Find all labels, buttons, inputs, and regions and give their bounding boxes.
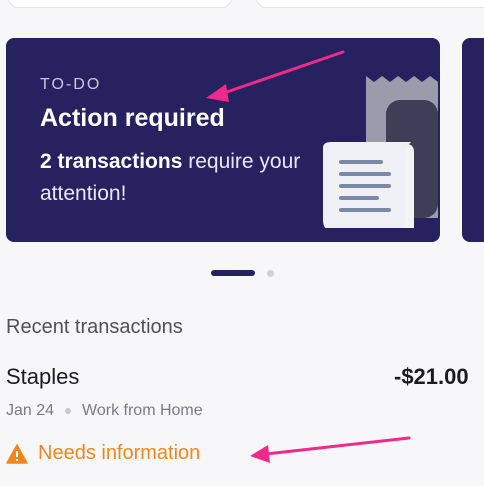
transaction-meta: Jan 24 Work from Home [6, 402, 203, 420]
todo-title: Action required [40, 104, 225, 132]
todo-card[interactable]: TO-DO Action required 2 transactions req… [6, 38, 440, 242]
transaction-amount: -$21.00 [394, 364, 469, 389]
transaction-merchant: Staples [6, 364, 80, 389]
transaction-status-label: Needs information [38, 442, 201, 464]
receipt-icon [311, 68, 440, 238]
next-card-peek[interactable] [462, 38, 484, 242]
separator-dot [65, 408, 72, 414]
transaction-category: Work from Home [82, 402, 203, 419]
previous-card-right [256, 0, 484, 8]
warning-icon [6, 443, 28, 464]
todo-eyebrow: TO-DO [40, 76, 102, 93]
transaction-date: Jan 24 [6, 402, 55, 419]
section-title: Recent transactions [6, 316, 183, 338]
previous-card-left [8, 0, 232, 8]
transaction-row[interactable]: Staples -$21.00 Jan 24 Work from Home Ne… [6, 364, 484, 474]
transaction-status[interactable]: Needs information [6, 442, 200, 465]
todo-count: 2 transactions [40, 150, 183, 173]
todo-message: 2 transactions require your attention! [40, 146, 330, 210]
carousel-dot[interactable] [267, 270, 274, 277]
carousel-dot-active[interactable] [211, 270, 255, 276]
